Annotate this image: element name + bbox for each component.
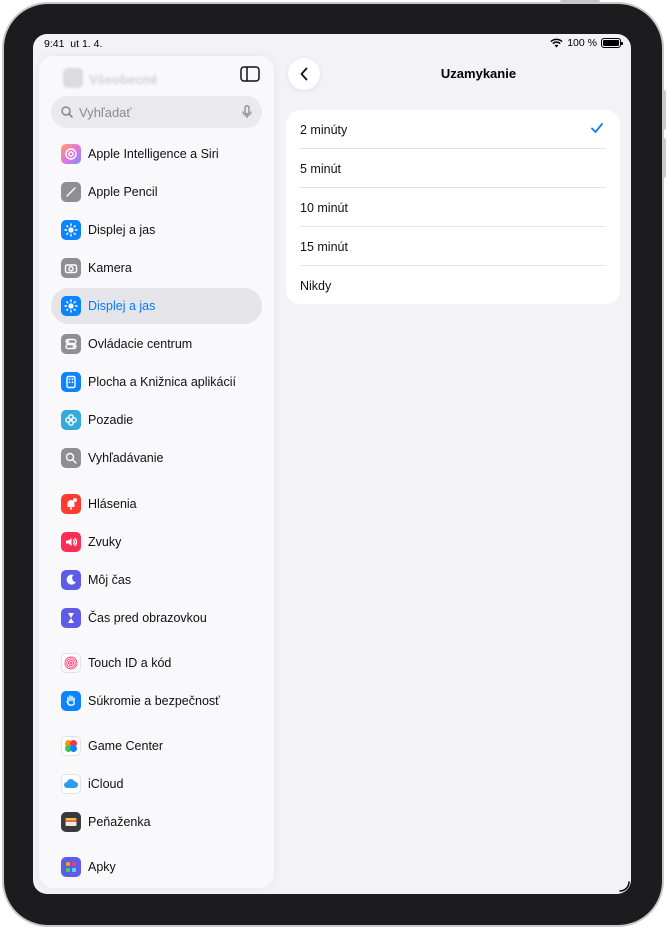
gear-icon [63,68,83,88]
camera-icon [61,258,81,278]
wallet-icon [61,812,81,832]
sidebar-item[interactable]: Plocha a Knižnica aplikácií [51,364,262,400]
sidebar-item-label: Môj čas [88,573,132,587]
sidebar-header: Všeobecné [39,56,274,94]
search-input[interactable]: Vyhľadať [51,96,262,128]
sidebar-item-label: Apky [88,860,116,874]
option-row[interactable]: Nikdy [286,266,620,304]
sidebar-item[interactable]: Hlásenia [51,486,262,522]
sidebar-item[interactable]: iCloud [51,766,262,802]
sidebar-item[interactable]: Súkromie a bezpečnosť [51,683,262,719]
sidebar-item-label: Súkromie a bezpečnosť [88,694,220,708]
cloud-icon [61,774,81,794]
sidebar-item[interactable]: Apple Intelligence a Siri [51,136,262,172]
battery-percent: 100 % [567,37,597,49]
option-row[interactable]: 10 minút [286,188,620,227]
option-row[interactable]: 15 minút [286,227,620,266]
sidebar-item-label: Ovládacie centrum [88,337,193,351]
screen: 9:41 ut 1. 4. 100 % Všeobecné Vyhľadať A… [33,34,631,894]
flower-icon [61,410,81,430]
battery-icon [601,38,623,48]
sidebar-item-label: iCloud [88,777,124,791]
option-label: Nikdy [300,278,332,293]
sidebar-item[interactable]: Ovládacie centrum [51,326,262,362]
option-row[interactable]: 2 minúty [286,110,620,149]
sidebar-item[interactable]: Apple Pencil [51,174,262,210]
sidebar-item-label: Vyhľadávanie [88,451,164,465]
option-label: 5 minút [300,161,341,176]
sidebar-item[interactable]: Touch ID a kód [51,645,262,681]
status-right: 100 % [550,37,623,49]
sidebar-item-label: Hlásenia [88,497,137,511]
sidebar-item[interactable]: Pozadie [51,402,262,438]
bell-icon [61,494,81,514]
sidebar-item[interactable]: Apky [51,849,262,885]
sun-icon [61,220,81,240]
home-screen-icon [61,372,81,392]
volume-button-2 [662,138,666,178]
apple-intelligence-icon [61,144,81,164]
fingerprint-icon [61,653,81,673]
volume-button [662,90,666,130]
sidebar-item[interactable]: Peňaženka [51,804,262,840]
game-center-icon [61,736,81,756]
power-button [560,0,600,4]
sidebar-toggle-icon[interactable] [240,66,260,82]
sidebar-item[interactable]: Game Center [51,728,262,764]
sidebar-title: Všeobecné [89,72,158,87]
option-label: 2 minúty [300,122,348,137]
sidebar-item-label: Game Center [88,739,164,753]
hand-icon [61,691,81,711]
sidebar-item[interactable]: Displej a jas [51,212,262,248]
auto-lock-options: 2 minúty 5 minút 10 minút 15 minút Nikdy [286,110,620,304]
moon-icon [61,570,81,590]
detail-pane: Uzamykanie 2 minúty 5 minút 10 minút 15 min… [280,56,631,894]
sidebar-item-label: Displej a jas [88,299,156,313]
sidebar-item-label: Kamera [88,261,132,275]
sidebar-item[interactable]: Displej a jas [51,288,262,324]
option-row[interactable]: 5 minút [286,149,620,188]
sidebar-item-label: Plocha a Knižnica aplikácií [88,375,236,389]
option-label: 15 minút [300,239,348,254]
sidebar-item-label: Apple Pencil [88,185,158,199]
search-placeholder: Vyhľadať [79,104,132,120]
sidebar: Všeobecné Vyhľadať Apple Intelligence a … [39,56,274,888]
search-icon [61,106,73,118]
microphone-icon[interactable] [242,105,252,119]
sidebar-item[interactable]: Kamera [51,250,262,286]
sidebar-item-label: Čas pred obrazovkou [88,611,207,625]
toggles-icon [61,334,81,354]
apps-grid-icon [61,857,81,877]
status-bar: 9:41 ut 1. 4. 100 % [33,34,631,54]
sidebar-item[interactable]: Môj čas [51,562,262,598]
sidebar-item[interactable]: Vyhľadávanie [51,440,262,476]
sidebar-item-label: Displej a jas [88,223,156,237]
sidebar-item-label: Apple Intelligence a Siri [88,147,219,161]
status-time: 9:41 ut 1. 4. [44,38,103,50]
sidebar-item-label: Pozadie [88,413,134,427]
sidebar-item[interactable]: Zvuky [51,524,262,560]
sidebar-item-label: Zvuky [88,535,122,549]
wifi-icon [550,38,563,48]
pencil-icon [61,182,81,202]
option-label: 10 minút [300,200,348,215]
page-title: Uzamykanie [440,66,517,81]
sidebar-item[interactable]: Čas pred obrazovkou [51,600,262,636]
hourglass-icon [61,608,81,628]
speaker-icon [61,532,81,552]
sidebar-item-label: Peňaženka [88,815,151,829]
sun-icon [61,296,81,316]
resize-corner-icon [619,881,630,892]
checkmark-icon [591,123,603,133]
sidebar-item-label: Touch ID a kód [88,656,172,670]
magnifier-icon [61,448,81,468]
